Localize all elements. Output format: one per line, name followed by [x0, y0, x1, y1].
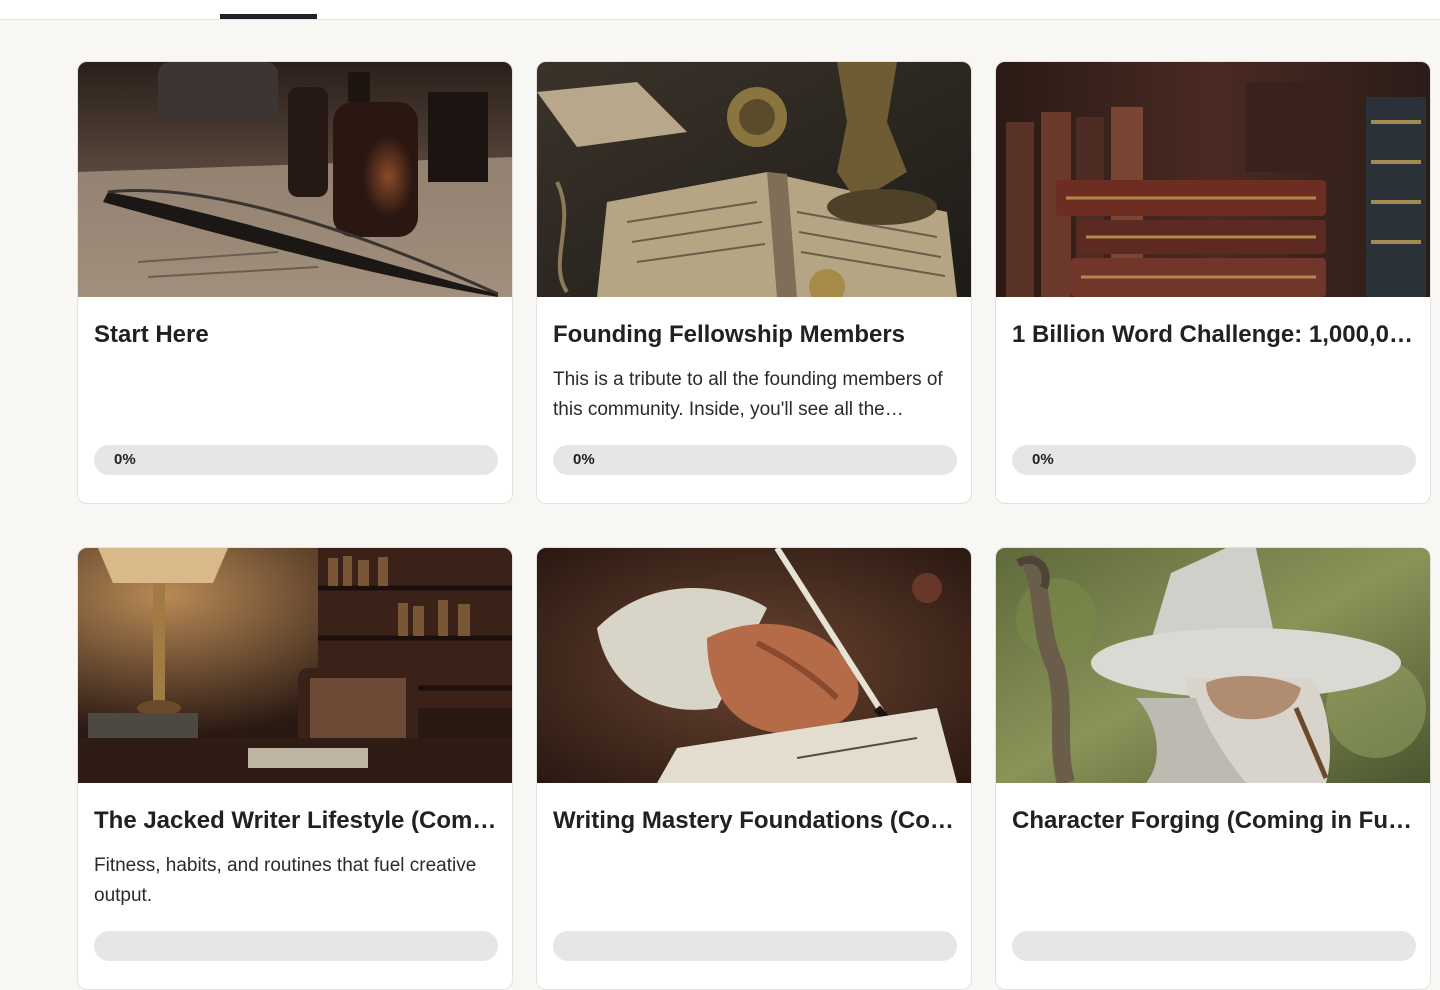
- course-title: Writing Mastery Foundations (Co…: [553, 807, 954, 834]
- course-card-writing-mastery-foundations[interactable]: Writing Mastery Foundations (Co…: [536, 547, 972, 990]
- progress-bar: 0%: [94, 445, 498, 475]
- antique-open-book-image: [537, 62, 971, 297]
- course-title: Founding Fellowship Members: [553, 321, 906, 348]
- progress-label: 0%: [114, 451, 136, 468]
- quill-and-ink-bottle-image: [78, 62, 512, 297]
- progress-bar: 0%: [1012, 445, 1416, 475]
- course-title: Start Here: [94, 321, 209, 348]
- active-tab-indicator: [220, 14, 317, 19]
- course-card-founding-fellowship-members[interactable]: Founding Fellowship Members This is a tr…: [536, 61, 972, 504]
- course-title: The Jacked Writer Lifestyle (Comi…: [94, 807, 498, 834]
- hand-writing-with-quill-image: [537, 548, 971, 783]
- course-card-start-here[interactable]: Start Here 0%: [77, 61, 513, 504]
- progress-bar: 0%: [553, 445, 957, 475]
- course-card-jacked-writer-lifestyle[interactable]: The Jacked Writer Lifestyle (Comi… Fitne…: [77, 547, 513, 990]
- course-title: 1 Billion Word Challenge: 1,000,0…: [1012, 321, 1413, 348]
- course-card-1-billion-word-challenge[interactable]: 1 Billion Word Challenge: 1,000,0… 0%: [995, 61, 1431, 504]
- progress-label: 0%: [1032, 451, 1054, 468]
- course-card-character-forging[interactable]: Character Forging (Coming in Fut…: [995, 547, 1431, 990]
- stacked-leather-books-image: [996, 62, 1430, 297]
- course-title: Character Forging (Coming in Fut…: [1012, 807, 1416, 834]
- study-room-with-lamp-image: [78, 548, 512, 783]
- top-navigation-bar: [0, 0, 1440, 20]
- course-description: Fitness, habits, and routines that fuel …: [94, 855, 477, 906]
- wizard-with-staff-image: [996, 548, 1430, 783]
- progress-label: 0%: [573, 451, 595, 468]
- course-description: This is a tribute to all the founding me…: [553, 369, 943, 420]
